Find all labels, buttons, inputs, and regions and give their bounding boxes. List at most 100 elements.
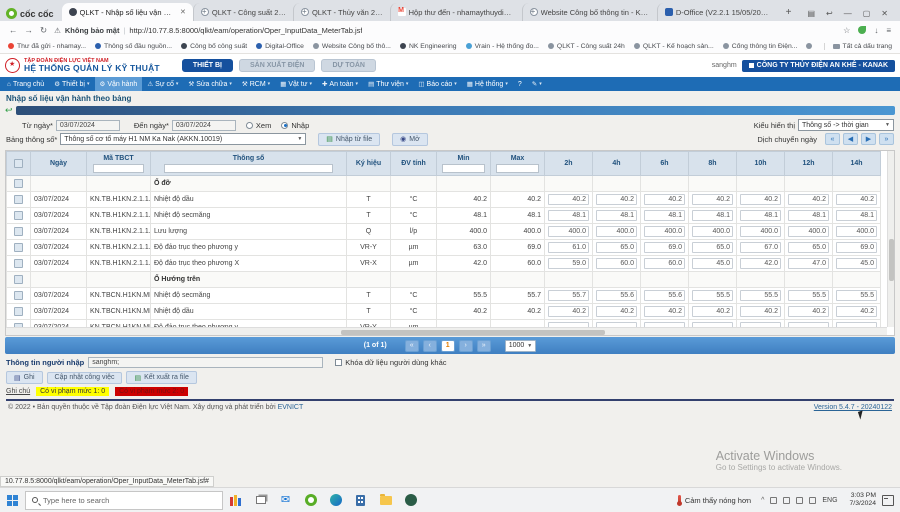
browser-tab[interactable]: D-Office (V2.2.1 15/05/2024) xyxy=(657,3,778,21)
nav-item-edit[interactable]: ✎▾ xyxy=(527,77,547,91)
nav-item-thiet-bi[interactable]: ⚙Thiết bị▾ xyxy=(49,77,94,91)
value-input[interactable] xyxy=(548,210,589,221)
to-date-input[interactable] xyxy=(172,120,236,131)
bookmark-item[interactable]: Vrain - Hệ thống đo... xyxy=(466,43,539,50)
value-input[interactable] xyxy=(644,242,685,253)
download-icon[interactable]: ↓ xyxy=(874,26,878,35)
value-input[interactable] xyxy=(692,258,733,269)
close-tab-icon[interactable]: ✕ xyxy=(178,8,186,16)
bookmark-item[interactable]: NK Engineering xyxy=(400,43,457,50)
minimize-icon[interactable]: — xyxy=(844,9,852,18)
lock-data-checkbox[interactable] xyxy=(335,359,342,366)
bookmark-item[interactable]: QLKT - Công suất 24h xyxy=(548,43,625,50)
collapse-arrow-icon[interactable]: ↩ xyxy=(5,106,13,115)
nav-item-van-hanh[interactable]: ⚙Vận hành xyxy=(95,77,143,91)
value-input[interactable] xyxy=(740,258,781,269)
row-checkbox[interactable] xyxy=(14,211,23,220)
task-view-button[interactable] xyxy=(248,488,273,512)
bookmark-item[interactable]: Website Công bố thô... xyxy=(313,43,391,50)
value-input[interactable] xyxy=(596,226,637,237)
value-input[interactable] xyxy=(788,210,829,221)
next-day-button[interactable]: ▶ xyxy=(861,133,876,145)
value-input[interactable] xyxy=(644,290,685,301)
column-filter-input[interactable] xyxy=(442,164,485,173)
media-app-button[interactable] xyxy=(223,488,248,512)
browser-tab[interactable]: QLKT - Thủy văn 24h xyxy=(293,3,390,21)
vertical-scroll-thumb[interactable] xyxy=(889,239,894,281)
browser-tab[interactable]: QLKT - Nhập số liệu vận hàn✕ xyxy=(62,3,193,21)
vertical-scrollbar[interactable] xyxy=(887,151,894,327)
back-icon[interactable]: ← xyxy=(9,25,18,35)
taskbar-search[interactable]: Type here to search xyxy=(25,491,223,510)
coccoc-dark-app-button[interactable] xyxy=(398,488,423,512)
value-input[interactable] xyxy=(644,210,685,221)
value-input[interactable] xyxy=(836,210,877,221)
column-filter-input[interactable] xyxy=(93,164,145,173)
row-checkbox[interactable] xyxy=(14,195,23,204)
horizontal-scrollbar[interactable] xyxy=(6,327,887,335)
nav-item-an-toan[interactable]: ✚An toàn▾ xyxy=(317,77,363,91)
row-checkbox[interactable] xyxy=(14,259,23,268)
mail-app-button[interactable]: ✉ xyxy=(273,488,298,512)
column-filter-input[interactable] xyxy=(496,164,539,173)
page-size-select[interactable]: 1000 ▼ xyxy=(505,340,537,352)
import-file-button[interactable]: ▤ Nhập từ file xyxy=(318,133,380,146)
value-input[interactable] xyxy=(548,306,589,317)
value-input[interactable] xyxy=(692,210,733,221)
prev-day-button[interactable]: ◀ xyxy=(843,133,858,145)
value-input[interactable] xyxy=(788,226,829,237)
nav-item-bao-cao[interactable]: ◫Báo cáo▾ xyxy=(413,77,461,91)
coccoc-app-button[interactable] xyxy=(298,488,323,512)
hidden-icons-chevron[interactable]: ^ xyxy=(761,497,764,504)
bookmark-item[interactable]: Digital-Office xyxy=(256,43,304,50)
entered-by-input[interactable] xyxy=(88,357,323,368)
value-input[interactable] xyxy=(788,242,829,253)
nav-item-rcm[interactable]: ⚒RCM▾ xyxy=(237,77,275,91)
tray-icon[interactable] xyxy=(809,497,816,504)
menu-icon[interactable]: ≡ xyxy=(886,26,891,35)
value-input[interactable] xyxy=(692,226,733,237)
coccoc-saver-icon[interactable] xyxy=(858,26,866,34)
column-filter-input[interactable] xyxy=(164,164,332,173)
nav-item-su-co[interactable]: ⚠Sự cố▾ xyxy=(142,77,183,91)
evnict-link[interactable]: EVNICT xyxy=(278,404,304,411)
value-input[interactable] xyxy=(692,306,733,317)
row-checkbox[interactable] xyxy=(14,227,23,236)
weather-widget[interactable]: Cảm thấy nóng hơn xyxy=(678,495,751,505)
value-input[interactable] xyxy=(548,194,589,205)
start-button[interactable] xyxy=(0,488,25,512)
row-checkbox[interactable] xyxy=(14,275,23,284)
file-explorer-app-button[interactable] xyxy=(373,488,398,512)
row-checkbox[interactable] xyxy=(14,291,23,300)
value-input[interactable] xyxy=(548,242,589,253)
prev-page-button[interactable]: ‹ xyxy=(423,340,437,352)
value-input[interactable] xyxy=(692,290,733,301)
last-day-button[interactable]: » xyxy=(879,133,894,145)
value-input[interactable] xyxy=(740,210,781,221)
module-button[interactable]: DỰ TOÁN xyxy=(321,59,376,72)
browser-tab[interactable]: Website Công bố thông tin - Kế h xyxy=(522,3,657,21)
view-radio[interactable] xyxy=(246,122,253,129)
bookmark-item[interactable]: Thông số đầu nguồn... xyxy=(95,43,172,50)
last-page-button[interactable]: » xyxy=(477,340,491,352)
value-input[interactable] xyxy=(692,194,733,205)
calculator-app-button[interactable] xyxy=(348,488,373,512)
tray-icon[interactable] xyxy=(783,497,790,504)
bookmark-item[interactable]: Công bố công suất xyxy=(181,43,247,50)
value-input[interactable] xyxy=(644,226,685,237)
language-indicator[interactable]: ENG xyxy=(822,497,837,504)
value-input[interactable] xyxy=(740,194,781,205)
value-input[interactable] xyxy=(596,210,637,221)
row-checkbox[interactable] xyxy=(14,179,23,188)
save-button[interactable]: ▤ Ghi xyxy=(6,371,43,384)
value-input[interactable] xyxy=(692,242,733,253)
current-page-button[interactable]: 1 xyxy=(441,340,455,352)
close-icon[interactable]: ✕ xyxy=(881,9,888,18)
value-input[interactable] xyxy=(596,306,637,317)
bookmark-item[interactable]: QLKT - Kế hoạch sản... xyxy=(634,43,714,50)
module-button[interactable]: SẢN XUẤT ĐIỆN xyxy=(239,59,315,72)
value-input[interactable] xyxy=(644,258,685,269)
nav-item-help[interactable]: ? xyxy=(513,77,527,91)
reload-icon[interactable]: ↻ xyxy=(40,25,47,36)
open-button[interactable]: ◉ Mở xyxy=(392,133,428,146)
